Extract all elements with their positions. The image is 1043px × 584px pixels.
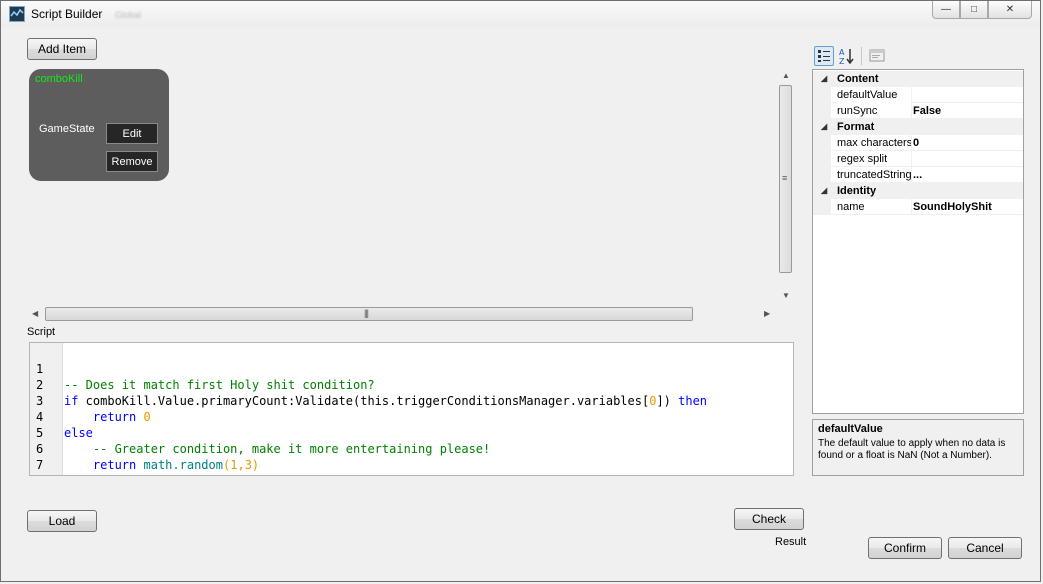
property-value[interactable]: 0	[913, 135, 919, 151]
code-line: 2 if comboKill.Value.primaryCount:Valida…	[30, 361, 707, 408]
svg-text:A: A	[839, 48, 845, 57]
code-line: 4 else	[30, 393, 93, 440]
description-title: defaultValue	[818, 423, 883, 435]
category-format[interactable]: ◢ Format	[813, 119, 1023, 135]
property-name: max characters	[837, 135, 912, 151]
remove-button[interactable]: Remove	[106, 151, 158, 172]
edit-button[interactable]: Edit	[106, 123, 158, 144]
property-name: defaultValue	[837, 87, 912, 103]
category-name: Identity	[837, 185, 877, 197]
script-builder-window: Script Builder Global — □ ✕ Add Item com…	[0, 0, 1041, 582]
toolbar-separator	[861, 47, 862, 65]
property-name: name	[837, 199, 912, 215]
property-run-sync[interactable]: runSync False	[813, 103, 1023, 119]
category-identity[interactable]: ◢ Identity	[813, 183, 1023, 199]
horizontal-grip-icon: |||	[364, 308, 369, 318]
code-paren: )	[251, 458, 260, 472]
property-value[interactable]: False	[913, 103, 941, 119]
window-controls: — □ ✕	[932, 1, 1032, 20]
window-title-ghost: Global	[115, 10, 142, 20]
close-icon: ✕	[1005, 4, 1015, 15]
code-keyword: end	[64, 474, 86, 475]
svg-text:Z: Z	[839, 57, 845, 66]
code-number: 3	[244, 458, 252, 472]
categorized-icon[interactable]	[814, 46, 834, 66]
title-bar[interactable]: Script Builder Global — □ ✕	[1, 1, 1040, 27]
code-keyword: return	[92, 458, 137, 472]
minimize-icon: —	[941, 4, 951, 15]
property-max-characters[interactable]: max characters 0	[813, 135, 1023, 151]
category-name: Content	[837, 73, 879, 85]
alphabetical-icon[interactable]: AZ	[837, 46, 857, 66]
code-text: ])	[656, 394, 679, 408]
code-line: 3 return 0	[30, 377, 151, 424]
code-comment: -- Greater condition, make it more enter…	[92, 442, 491, 456]
code-comma: ,	[237, 458, 245, 472]
scroll-right-icon[interactable]: ▶	[764, 309, 770, 318]
code-comment: -- Does it match first Holy shit conditi…	[64, 378, 375, 392]
card-title: comboKill	[35, 73, 83, 85]
canvas-horizontal-scrollbar[interactable]: ◀ ||| ▶	[28, 306, 776, 322]
scroll-up-icon[interactable]: ▲	[782, 71, 790, 80]
property-value[interactable]: ...	[913, 167, 922, 183]
scroll-left-icon[interactable]: ◀	[32, 309, 38, 318]
canvas-vertical-scrollbar[interactable]: ▲ ≡ ▼	[778, 69, 794, 303]
code-keyword: then	[678, 394, 708, 408]
category-content[interactable]: ◢ Content	[813, 71, 1023, 87]
scroll-down-icon[interactable]: ▼	[782, 291, 790, 300]
horizontal-scroll-thumb[interactable]	[45, 307, 693, 321]
vertical-grip-icon: ≡	[782, 173, 787, 183]
property-truncated-string[interactable]: truncatedString ...	[813, 167, 1023, 183]
property-name: regex split	[837, 151, 912, 167]
collapse-icon[interactable]: ◢	[821, 183, 827, 199]
property-pages-icon[interactable]	[867, 46, 887, 66]
window-title: Script Builder	[31, 7, 103, 21]
property-regex-split[interactable]: regex split	[813, 151, 1023, 167]
check-button[interactable]: Check	[734, 508, 804, 530]
code-function: math.random	[143, 458, 223, 472]
close-button[interactable]: ✕	[988, 1, 1032, 19]
property-description-panel: defaultValue The default value to apply …	[812, 419, 1024, 476]
category-name: Format	[837, 121, 875, 133]
property-name: runSync	[837, 103, 912, 119]
code-line: 6 return math.random(1,3)	[30, 425, 259, 472]
property-default-value[interactable]: defaultValue	[813, 87, 1023, 103]
card-label: GameState	[39, 123, 95, 135]
result-label: Result	[775, 536, 807, 548]
confirm-button[interactable]: Confirm	[868, 537, 942, 559]
collapse-icon[interactable]: ◢	[821, 71, 827, 87]
script-label: Script	[27, 326, 56, 338]
maximize-icon: □	[970, 4, 978, 15]
code-line: 7 end	[30, 441, 86, 475]
code-text: comboKill.Value.primaryCount:Validate(th…	[78, 394, 650, 408]
item-card[interactable]: comboKill GameState Edit Remove	[29, 69, 169, 181]
line-number: 7	[36, 458, 44, 472]
minimize-button[interactable]: —	[932, 1, 960, 19]
cancel-button[interactable]: Cancel	[948, 537, 1022, 559]
maximize-button[interactable]: □	[960, 1, 988, 19]
property-name-field[interactable]: name SoundHolyShit	[813, 199, 1023, 215]
code-keyword: return	[92, 410, 137, 424]
property-name: truncatedString	[837, 167, 912, 183]
code-line: 5 -- Greater condition, make it more ent…	[30, 409, 490, 456]
code-line: 1 -- Does it match first Holy shit condi…	[30, 345, 375, 392]
property-value[interactable]: SoundHolyShit	[913, 199, 992, 215]
script-editor[interactable]: 1 -- Does it match first Holy shit condi…	[29, 342, 794, 476]
description-text: The default value to apply when no data …	[818, 438, 1006, 461]
collapse-icon[interactable]: ◢	[821, 119, 827, 135]
add-item-button[interactable]: Add Item	[27, 38, 97, 60]
load-button[interactable]: Load	[27, 510, 97, 532]
property-grid[interactable]: ◢ Content defaultValue runSync False ◢ F…	[812, 69, 1024, 414]
app-icon	[9, 6, 25, 22]
code-number: 0	[143, 410, 151, 424]
